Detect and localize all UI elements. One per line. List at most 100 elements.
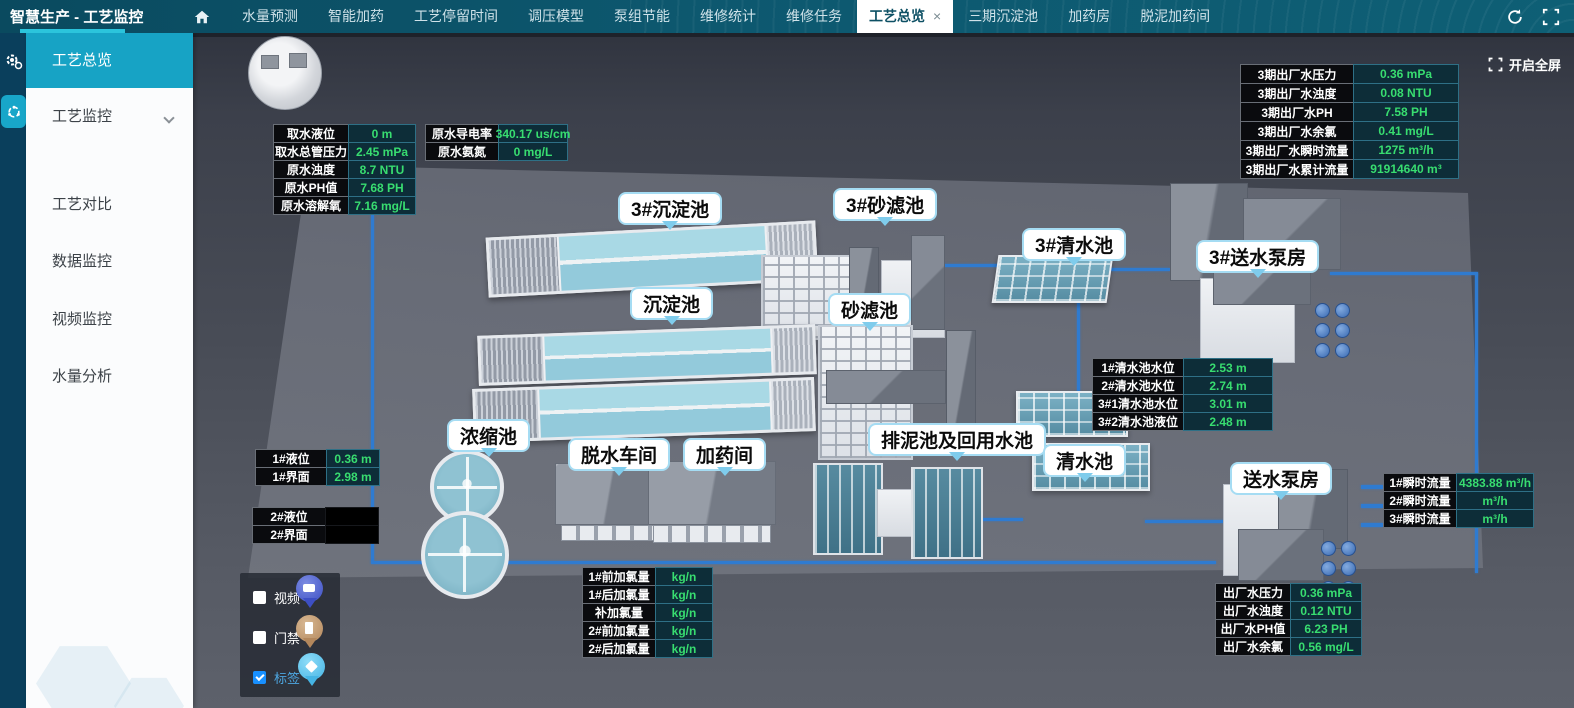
intake-data-panel: 取水液位0 m 取水总管压力2.45 mPa 原水浊度8.7 NTU 原水PH值… <box>273 125 416 215</box>
video-pin-icon[interactable] <box>296 575 323 602</box>
data-value: m³/h <box>1456 509 1534 528</box>
data-value: 0.41 mg/L <box>1353 121 1459 141</box>
data-label: 取水液位 <box>273 124 349 143</box>
dewatering-workshop[interactable] <box>555 463 663 543</box>
sidebar-item-process-monitor[interactable]: 工艺监控 <box>26 88 193 146</box>
tag-pin-icon[interactable] <box>298 653 325 680</box>
data-value: 7.68 PH <box>348 178 416 197</box>
outlet-water-panel: 出厂水压力0.36 mPa 出厂水浊度0.12 NTU 出厂水PH值6.23 P… <box>1215 584 1362 656</box>
header-tab[interactable]: 三期沉淀池 <box>953 0 1053 33</box>
active-tab-label: 工艺总览 <box>869 0 925 33</box>
sidebar-item-data-monitor[interactable]: 数据监控 <box>26 233 193 291</box>
header-tab[interactable]: 工艺停留时间 <box>399 0 513 33</box>
data-label: 原水溶解氧 <box>273 196 349 215</box>
data-label: 3#2清水池液位 <box>1092 412 1184 431</box>
data-label: 出厂水余氯 <box>1215 637 1291 656</box>
sidebar-item-water-analysis[interactable]: 水量分析 <box>26 348 193 406</box>
data-label: 原水氨氮 <box>425 142 499 161</box>
header-tab[interactable]: 维修任务 <box>771 0 857 33</box>
data-value <box>325 525 379 544</box>
fullscreen-icon[interactable] <box>1542 8 1560 26</box>
data-label: 2#后加氯量 <box>582 639 656 658</box>
video-checkbox[interactable] <box>253 591 266 604</box>
door-access-checkbox[interactable] <box>253 631 266 644</box>
header-tab[interactable]: 脱泥加药间 <box>1125 0 1225 33</box>
data-value: 2.53 m <box>1183 358 1273 377</box>
facility-label[interactable]: 排泥池及回用水池 <box>868 423 1046 456</box>
data-label: 3期出厂水瞬时流量 <box>1240 140 1354 160</box>
data-value: m³/h <box>1456 491 1534 510</box>
data-value: kg/n <box>655 567 713 586</box>
tab-close-icon[interactable]: × <box>933 0 941 33</box>
facility-label[interactable]: 3#砂滤池 <box>833 188 937 221</box>
open-fullscreen-button[interactable]: 开启全屏 <box>1488 55 1561 74</box>
pipe <box>1108 268 1170 271</box>
sidebar-item-label: 工艺监控 <box>52 108 112 125</box>
hex-watermark <box>36 641 131 708</box>
header-tab-active[interactable]: 工艺总览 × <box>857 0 953 33</box>
clear-pool-3[interactable] <box>992 255 1114 303</box>
plant-3d-scene: 3#沉淀池 3#砂滤池 3#清水池 3#送水泵房 沉淀池 砂滤池 浓缩池 脱水车… <box>193 33 1574 708</box>
header-tab[interactable]: 智能加药 <box>313 0 399 33</box>
header-tab[interactable]: 调压模型 <box>513 0 599 33</box>
data-value: 7.16 mg/L <box>348 196 416 215</box>
data-label: 2#清水池水位 <box>1092 376 1184 395</box>
data-label: 3期出厂水PH <box>1240 102 1354 122</box>
facility-label[interactable]: 脱水车间 <box>568 438 670 471</box>
data-label: 3期出厂水浊度 <box>1240 83 1354 103</box>
instant-flow-panel: 1#瞬时流量4383.88 m³/h 2#瞬时流量m³/h 3#瞬时流量m³/h <box>1383 474 1534 528</box>
production-icon[interactable] <box>3 51 23 71</box>
raw-water-panel: 原水导电率340.17 us/cm 原水氨氮0 mg/L <box>425 125 568 161</box>
header-tab[interactable]: 水量预测 <box>227 0 313 33</box>
fullscreen-corners-icon <box>1488 57 1503 72</box>
data-label: 出厂水PH值 <box>1215 619 1291 638</box>
facility-label[interactable]: 3#清水池 <box>1022 228 1126 261</box>
round-building[interactable] <box>248 36 322 110</box>
data-value: 0 mg/L <box>498 142 568 161</box>
monitor-rail-item[interactable] <box>1 95 26 128</box>
facility-label[interactable]: 送水泵房 <box>1230 462 1332 495</box>
sidebar-item-process-compare[interactable]: 工艺对比 <box>26 176 193 234</box>
data-value: 340.17 us/cm <box>498 124 568 143</box>
facility-label[interactable]: 3#送水泵房 <box>1196 240 1319 273</box>
tank2-level-panel: 2#液位 2#界面 <box>252 508 379 544</box>
dosing-building[interactable] <box>648 461 776 545</box>
home-icon <box>193 8 211 26</box>
sidebar-item-video-monitor[interactable]: 视频监控 <box>26 291 193 349</box>
facility-label[interactable]: 砂滤池 <box>828 293 911 326</box>
clearwater-level-panel: 1#清水池水位2.53 m 2#清水池水位2.74 m 3#1清水池水位3.01… <box>1092 359 1273 431</box>
header-tab[interactable]: 加药房 <box>1053 0 1125 33</box>
sludge-reuse-pools[interactable] <box>813 457 985 565</box>
data-label: 1#液位 <box>255 449 327 468</box>
facility-label[interactable]: 加药间 <box>683 438 766 471</box>
data-label: 3期出厂水累计流量 <box>1240 159 1354 179</box>
data-value: 2.98 m <box>326 467 380 486</box>
data-value: 8.7 NTU <box>348 160 416 179</box>
phase3-outlet-panel: 3期出厂水压力0.36 mPa 3期出厂水浊度0.08 NTU 3期出厂水PH7… <box>1240 65 1459 179</box>
tag-checkbox[interactable] <box>253 671 266 684</box>
data-label: 2#瞬时流量 <box>1383 491 1457 510</box>
refresh-icon[interactable] <box>1506 8 1524 26</box>
header-tab[interactable]: 维修统计 <box>685 0 771 33</box>
data-value: kg/n <box>655 585 713 604</box>
data-label: 1#瞬时流量 <box>1383 473 1457 492</box>
home-tab[interactable] <box>185 0 219 33</box>
data-value: 91914640 m³ <box>1353 159 1459 179</box>
sidebar-item-process-overview[interactable]: 工艺总览 <box>26 33 193 88</box>
data-value: 0.36 mPa <box>1353 64 1459 84</box>
facility-label[interactable]: 清水池 <box>1043 444 1126 477</box>
data-label: 3期出厂水余氯 <box>1240 121 1354 141</box>
layers-panel: 视频 门禁 标签 <box>240 573 340 697</box>
header-tab[interactable]: 泵组节能 <box>599 0 685 33</box>
data-value: 2.74 m <box>1183 376 1273 395</box>
door-pin-icon[interactable] <box>296 615 323 642</box>
data-label: 1#界面 <box>255 467 327 486</box>
facility-label[interactable]: 浓缩池 <box>447 419 530 452</box>
data-label: 1#清水池水位 <box>1092 358 1184 377</box>
facility-label[interactable]: 3#沉淀池 <box>618 192 722 225</box>
thickener-tank-2[interactable] <box>421 511 509 599</box>
facility-label[interactable]: 沉淀池 <box>630 287 713 320</box>
pipe <box>1145 520 1227 523</box>
app-title: 智慧生产 - 工艺监控 <box>0 6 185 27</box>
header-actions <box>1506 0 1560 33</box>
